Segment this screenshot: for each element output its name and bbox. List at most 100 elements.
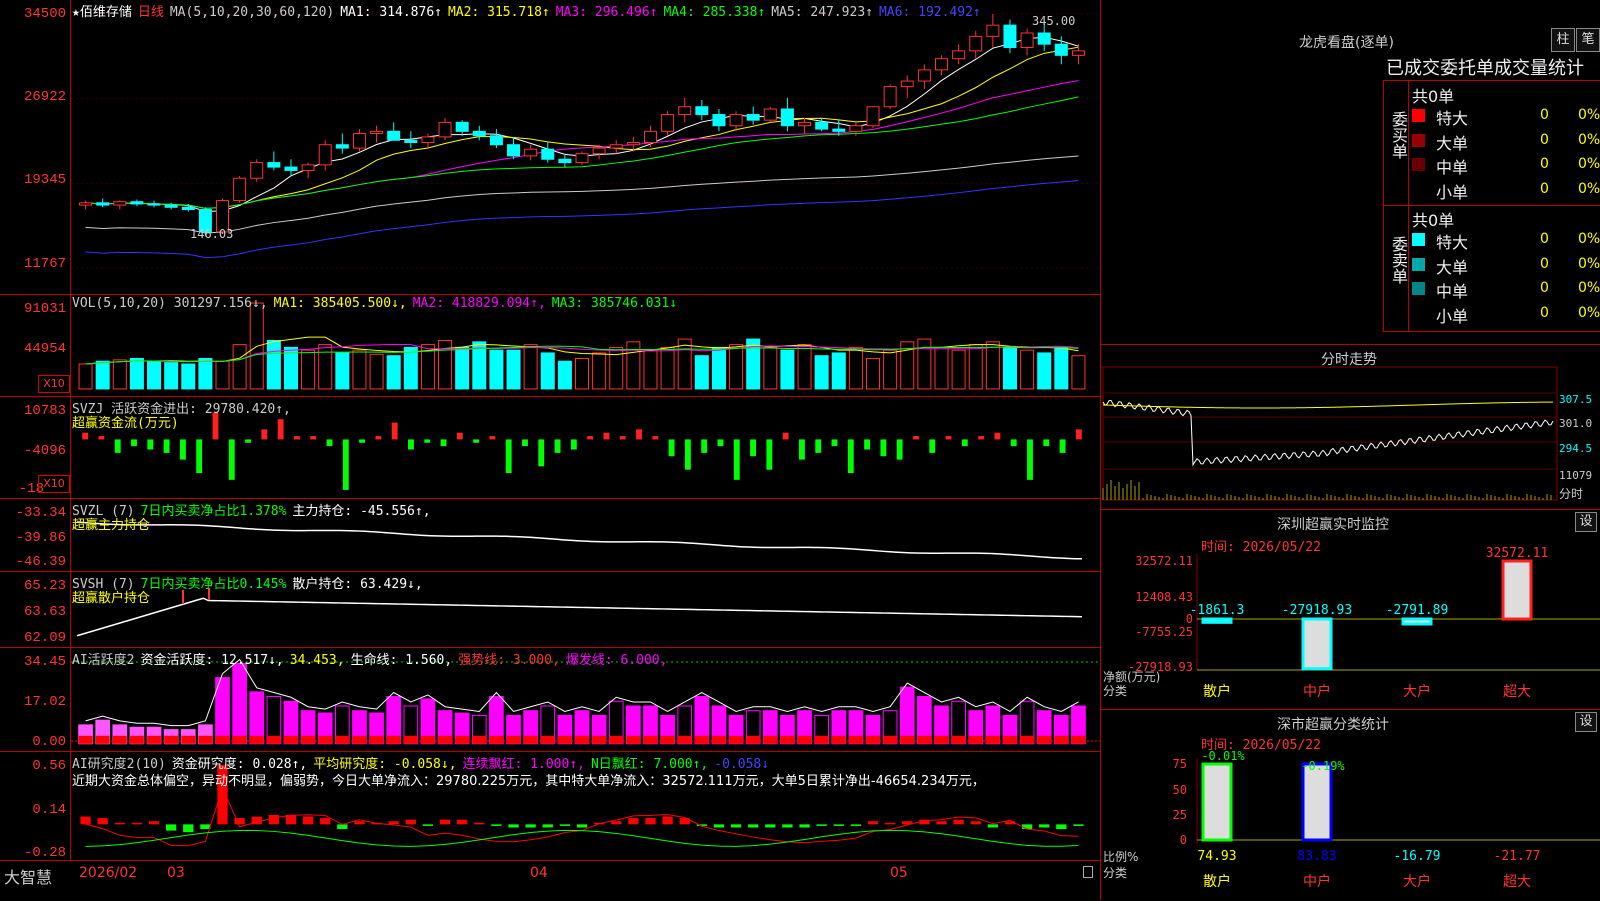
classify-chart[interactable]: 75 50 25 0 74.93 散户 83.83 中户 -16.79 大户 -21.77 超大 -0.…: [1101, 710, 1600, 900]
ma5-value: MA5: 247.923↑: [771, 5, 873, 20]
fund-flow-bar: [929, 439, 936, 453]
candle: [541, 148, 555, 160]
candle: [626, 141, 640, 146]
volume-bar: [814, 355, 829, 390]
x10-button[interactable]: X10: [38, 375, 70, 393]
research-bar: [148, 821, 160, 825]
retail-holding-line: [76, 597, 1082, 637]
sz-monitor-chart[interactable]: 32572.1112408.430-7755.25-27918.93-1861.…: [1101, 510, 1600, 710]
research-bar: [183, 824, 194, 833]
fund-flow-bar: [424, 439, 431, 443]
research-bar: [491, 824, 502, 826]
color-swatch: [1412, 133, 1425, 147]
right-sidebar: 龙虎看盘(逐单) 柱 笔 已成交委托单成交量统计 委买单 委卖单 共0单 共0单…: [1100, 0, 1600, 900]
candle: [1037, 32, 1051, 45]
candle: [164, 204, 178, 208]
volume-bar: [318, 344, 333, 390]
candle: [849, 125, 863, 132]
tick-mode-button[interactable]: 笔: [1576, 28, 1600, 52]
volume-bar: [1054, 346, 1069, 390]
candle: [695, 106, 709, 116]
volume-bar: [78, 363, 93, 390]
fund-flow-bar: [570, 439, 577, 450]
research-bar: [1039, 824, 1050, 828]
research-bar: [542, 824, 553, 828]
sz-monitor-panel[interactable]: 深圳超赢实时监控 设 时间: 2026/05/22 32572.11 12408.…: [1101, 510, 1600, 710]
fund-flow-bar: [179, 439, 186, 460]
fund-flow-bar: [798, 439, 805, 460]
research-bar: [1056, 824, 1067, 830]
order-percent: 0%: [1578, 131, 1600, 148]
lock-icon[interactable]: [1083, 866, 1093, 878]
volume-bar: [489, 349, 504, 390]
candle: [1003, 24, 1017, 49]
activity-base: [369, 735, 384, 744]
order-count: 0: [1540, 255, 1549, 272]
fund-flow-bar: [978, 436, 985, 440]
date-label: 04: [530, 865, 548, 881]
research-bar: [337, 824, 348, 830]
candle: [729, 114, 743, 127]
lhb-title: 龙虎看盘(逐单): [1299, 35, 1394, 51]
sz-classify-panel[interactable]: 深市超赢分类统计 设 时间: 2026/05/22 75 50 25 0 74.93 散户…: [1101, 710, 1600, 900]
fund-flow-bar: [945, 436, 952, 440]
volume-bar: [557, 360, 572, 390]
research-bar: [611, 821, 622, 825]
intraday-panel[interactable]: 分时走势 307.5 301.0 294.5 11079 分时: [1101, 345, 1600, 510]
order-stats-table: 委买单 委卖单 共0单 共0单 特大 0 0% 大单 0 0% 中单 0 0% 小单 0 0% 特大 0…: [1383, 80, 1600, 332]
ai-activity-panel[interactable]: 34.45 17.02 0.00 AI活跃度2 资金活跃度: 12.517↓, 34…: [0, 648, 1101, 752]
act-axis-label: 0.00: [32, 734, 66, 750]
volume-bar: [592, 352, 607, 390]
activity-base: [506, 735, 521, 744]
order-count: 0: [1540, 131, 1549, 148]
fund-flow-bar: [114, 439, 121, 453]
research-summary: 近期大资金总体偏空，异动不明显，偏弱势，今日大单净流入：29780.225万元，…: [72, 774, 985, 789]
period-label[interactable]: 日线: [138, 5, 164, 20]
candle: [181, 206, 195, 211]
bar-mode-button[interactable]: 柱: [1551, 28, 1575, 52]
act-name: AI活跃度2: [72, 653, 135, 668]
cls-axis-label: 0: [1180, 833, 1187, 847]
cls-value-label: -21.77: [1494, 849, 1541, 864]
order-count: 0: [1540, 107, 1549, 123]
volume-bar: [1002, 346, 1017, 390]
ai-research-panel[interactable]: 0.56 0.14 -0.28 AI研究度2(10) 资金研究度: 0.028↑,…: [0, 752, 1100, 861]
svzj-panel[interactable]: 10783 -4096 -18 X10 SVZJ 活跃资金进出: 29780.4…: [0, 397, 1100, 499]
act-burst: 爆发线: 6.000,: [565, 653, 668, 668]
activity-base: [814, 735, 829, 744]
intraday-chart[interactable]: [1101, 345, 1600, 510]
candle: [643, 130, 657, 143]
price-plot[interactable]: [70, 0, 1101, 294]
activity-base: [438, 735, 452, 744]
candle: [250, 162, 264, 179]
candle: [712, 114, 726, 127]
volume-bar: [643, 349, 658, 390]
fund-flow-bar: [1027, 439, 1033, 480]
activity-base: [712, 735, 726, 744]
svzl-panel[interactable]: -33.34 -39.86 -46.39 SVZL (7) 7日内买卖净占比1.3…: [0, 499, 1100, 572]
research-bar: [80, 816, 91, 825]
volume-bar: [985, 341, 1000, 390]
sz-bar: [1301, 617, 1333, 671]
res-axis-label: 0.14: [32, 802, 66, 818]
volume-bar: [797, 344, 812, 390]
volume-bar: [883, 349, 898, 390]
activity-base: [746, 735, 761, 744]
fund-flow-bar: [1010, 439, 1017, 447]
x10-button[interactable]: X10: [38, 475, 70, 493]
volume-panel[interactable]: 91031 44954 X10 VOL(5,10,20) 301297.156↓…: [0, 295, 1100, 397]
star-icon[interactable]: ★: [72, 5, 80, 20]
svsh-panel[interactable]: 65.23 63.63 62.09 SVSH (7) 7日内买卖净占比0.145%…: [0, 572, 1100, 648]
candlestick-chart[interactable]: [71, 0, 1101, 294]
volume-bar: [848, 346, 863, 390]
fund-flow-bar: [326, 439, 333, 447]
volume-bar: [301, 349, 316, 390]
main-holding-line: [76, 521, 1082, 560]
price-panel[interactable]: 34500 26922 19345 11767 ★佰维存储 日线 MA(5,10,2…: [0, 0, 1101, 295]
fund-flow-bar: [277, 419, 284, 440]
fund-flow-bar: [896, 439, 903, 460]
volume-bar: [831, 352, 846, 390]
fund-flow-bar: [1059, 439, 1066, 453]
activity-base: [318, 735, 333, 744]
candle: [969, 35, 983, 52]
